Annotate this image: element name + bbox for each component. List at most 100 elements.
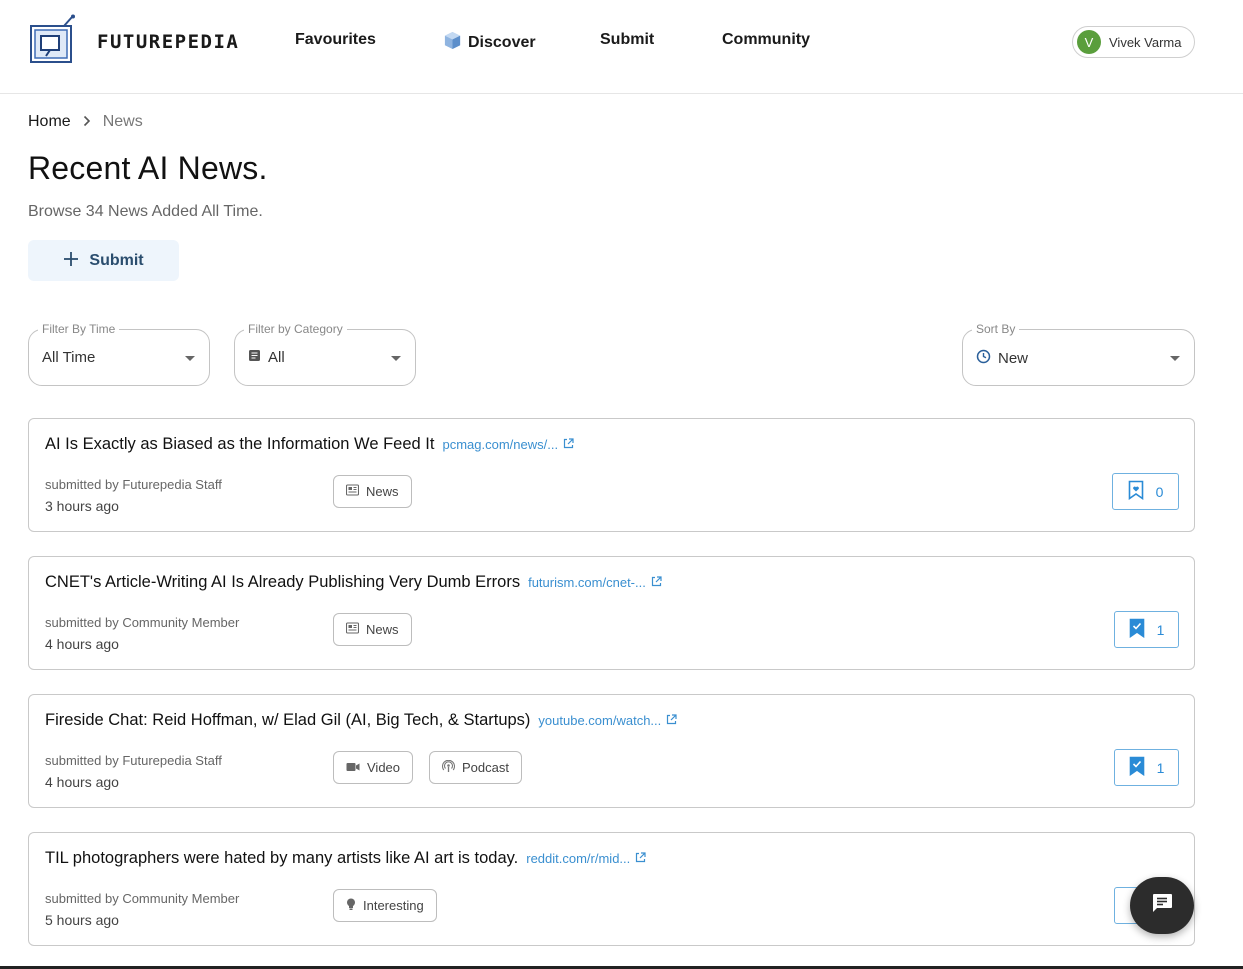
- nav-community-label: Community: [722, 31, 810, 48]
- news-time: 3 hours ago: [45, 498, 119, 514]
- nav-favourites-label: Favourites: [295, 31, 376, 48]
- news-tags: News: [333, 613, 412, 646]
- news-source-text: futurism.com/cnet-...: [528, 575, 646, 590]
- news-time: 5 hours ago: [45, 912, 119, 928]
- external-link-icon: [651, 575, 662, 590]
- news-submitter: submitted by Community Member: [45, 891, 240, 906]
- chat-button[interactable]: [1130, 877, 1194, 934]
- newspaper-icon: [345, 484, 360, 499]
- news-source-link[interactable]: pcmag.com/news/...: [442, 437, 574, 452]
- tag-news[interactable]: News: [333, 475, 412, 508]
- favourite-button[interactable]: 1: [1114, 611, 1179, 648]
- lightbulb-icon: [346, 898, 356, 914]
- page-subtitle: Browse 34 News Added All Time.: [28, 203, 263, 220]
- filter-category-row: All: [248, 349, 285, 366]
- chat-icon: [1151, 893, 1173, 918]
- favourite-count: 1: [1156, 759, 1165, 776]
- tag-label: Podcast: [462, 760, 509, 775]
- sort-by-label: Sort By: [972, 322, 1020, 336]
- favourite-button[interactable]: 0: [1112, 473, 1179, 510]
- chevron-right-icon: [83, 114, 91, 130]
- bookmark-heart-icon: [1128, 480, 1144, 503]
- sort-by-row: New: [976, 349, 1028, 368]
- news-source-link[interactable]: futurism.com/cnet-...: [528, 575, 662, 590]
- list-icon: [248, 349, 261, 366]
- caret-down-icon: [391, 356, 401, 361]
- cube-icon: [443, 31, 462, 55]
- user-name: Vivek Varma: [1109, 34, 1182, 50]
- user-menu-button[interactable]: V Vivek Varma: [1072, 26, 1195, 58]
- top-header: FUTUREPEDIA Favourites Discover Submit C…: [0, 0, 1243, 94]
- breadcrumb-home[interactable]: Home: [28, 113, 71, 131]
- news-title[interactable]: CNET's Article-Writing AI Is Already Pub…: [45, 573, 520, 592]
- breadcrumb: Home News: [28, 113, 143, 131]
- clock-icon: [976, 349, 991, 368]
- news-time: 4 hours ago: [45, 636, 119, 652]
- news-title[interactable]: AI Is Exactly as Biased as the Informati…: [45, 435, 434, 454]
- nav-discover-label: Discover: [468, 34, 536, 51]
- futurepedia-logo-icon[interactable]: [30, 14, 76, 64]
- news-source-text: youtube.com/watch...: [538, 713, 662, 728]
- external-link-icon: [563, 437, 574, 452]
- news-title-row: CNET's Article-Writing AI Is Already Pub…: [45, 573, 662, 592]
- external-link-icon: [635, 851, 646, 866]
- news-title-row: AI Is Exactly as Biased as the Informati…: [45, 435, 574, 454]
- filter-category-value: All: [268, 349, 285, 366]
- news-card: Fireside Chat: Reid Hoffman, w/ Elad Gil…: [28, 694, 1195, 808]
- sort-by-value: New: [998, 350, 1029, 367]
- tag-news[interactable]: News: [333, 613, 412, 646]
- tag-interesting[interactable]: Interesting: [333, 889, 437, 922]
- sort-by-select[interactable]: Sort By New: [962, 322, 1195, 386]
- tag-label: News: [366, 622, 399, 637]
- newspaper-icon: [345, 622, 360, 637]
- news-title[interactable]: TIL photographers were hated by many art…: [45, 849, 518, 868]
- news-tags: News: [333, 475, 412, 508]
- news-card: CNET's Article-Writing AI Is Already Pub…: [28, 556, 1195, 670]
- tag-label: Interesting: [363, 898, 424, 913]
- caret-down-icon: [1170, 356, 1180, 361]
- avatar: V: [1077, 30, 1101, 54]
- news-tags: Interesting: [333, 889, 437, 922]
- news-tags: Video Podcast: [333, 751, 522, 784]
- bookmark-check-icon: [1129, 756, 1145, 779]
- tag-label: News: [366, 484, 399, 499]
- news-time: 4 hours ago: [45, 774, 119, 790]
- filter-category-label: Filter by Category: [244, 322, 347, 336]
- tag-podcast[interactable]: Podcast: [429, 751, 522, 784]
- brand-name[interactable]: FUTUREPEDIA: [97, 31, 239, 53]
- nav-submit-label: Submit: [600, 31, 655, 48]
- filter-time-select[interactable]: Filter By Time All Time: [28, 322, 210, 386]
- filter-time-value: All Time: [42, 349, 96, 366]
- tag-label: Video: [367, 760, 401, 775]
- news-card: AI Is Exactly as Biased as the Informati…: [28, 418, 1195, 532]
- news-submitter: submitted by Community Member: [45, 615, 240, 630]
- breadcrumb-current: News: [102, 113, 143, 130]
- submit-news-button[interactable]: Submit: [28, 240, 179, 281]
- news-source-link[interactable]: youtube.com/watch...: [538, 713, 677, 728]
- video-camera-icon: [346, 760, 360, 775]
- news-source-link[interactable]: reddit.com/r/mid...: [526, 851, 646, 866]
- caret-down-icon: [185, 356, 195, 361]
- podcast-icon: [441, 759, 456, 776]
- page-title: Recent AI News.: [28, 150, 268, 186]
- external-link-icon: [666, 713, 677, 728]
- bookmark-check-icon: [1129, 618, 1145, 641]
- filter-time-label: Filter By Time: [38, 322, 120, 336]
- news-title[interactable]: Fireside Chat: Reid Hoffman, w/ Elad Gil…: [45, 711, 530, 730]
- news-title-row: TIL photographers were hated by many art…: [45, 849, 646, 868]
- nav-discover[interactable]: Discover: [443, 31, 536, 55]
- news-submitter: submitted by Futurepedia Staff: [45, 753, 222, 768]
- news-submitter: submitted by Futurepedia Staff: [45, 477, 222, 492]
- favourite-button[interactable]: 1: [1114, 749, 1179, 786]
- news-card: TIL photographers were hated by many art…: [28, 832, 1195, 946]
- nav-submit[interactable]: Submit: [600, 31, 654, 49]
- news-source-text: pcmag.com/news/...: [442, 437, 559, 452]
- tag-video[interactable]: Video: [333, 751, 414, 784]
- submit-news-label: Submit: [89, 251, 144, 269]
- plus-icon: [63, 248, 79, 272]
- favourite-count: 0: [1155, 483, 1164, 500]
- nav-community[interactable]: Community: [722, 31, 810, 49]
- nav-favourites[interactable]: Favourites: [295, 31, 376, 49]
- news-source-text: reddit.com/r/mid...: [526, 851, 631, 866]
- filter-category-select[interactable]: Filter by Category All: [234, 322, 416, 386]
